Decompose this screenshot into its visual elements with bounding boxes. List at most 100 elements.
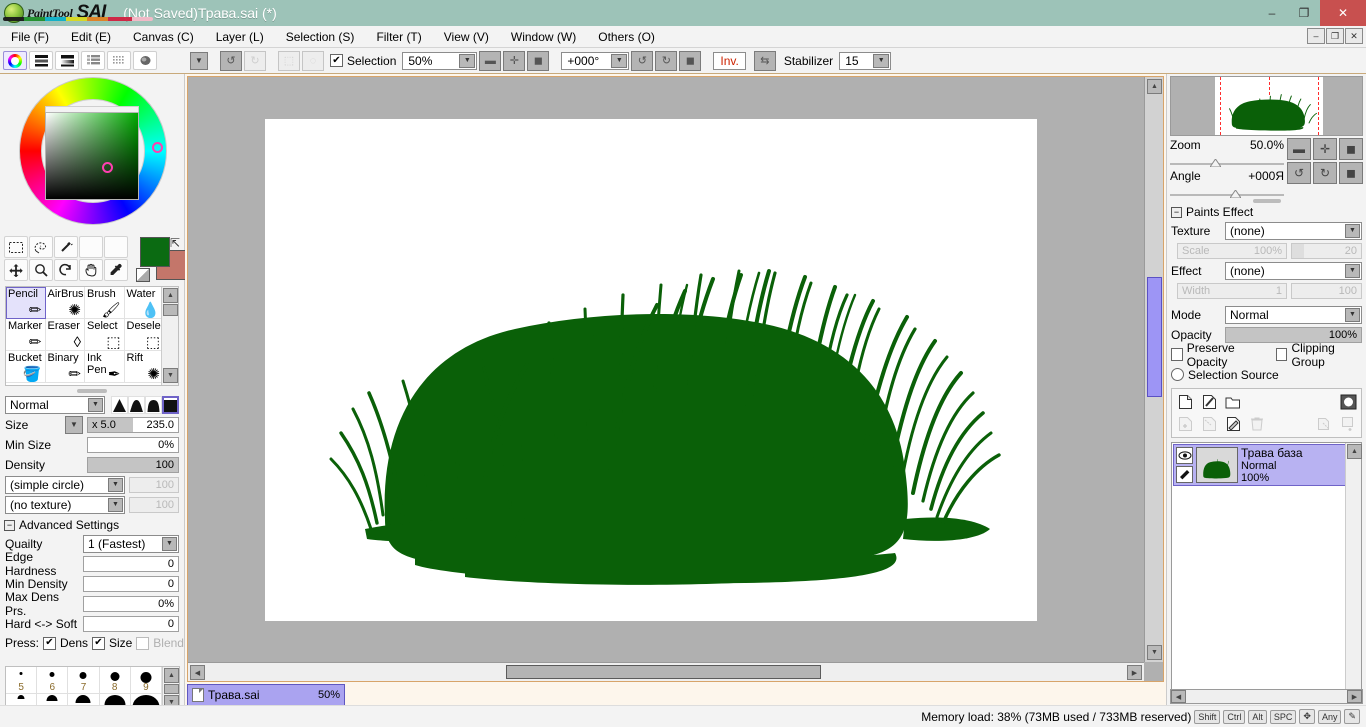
chevron-down-icon[interactable]: ▼ [1345,307,1360,322]
hsv-sliders-icon[interactable] [55,51,79,70]
scroll-up-icon[interactable]: ▲ [1147,79,1162,94]
lasso-icon[interactable] [29,236,53,258]
layer-mode-combo[interactable]: Normal ▼ [1225,305,1362,324]
move-icon[interactable] [4,259,28,281]
layer-mask-icon[interactable] [1337,392,1359,413]
document-tab[interactable]: Трава.sai 50% [187,684,345,706]
saturation-value-box[interactable] [45,112,139,200]
restore-button[interactable]: ❐ [1288,0,1320,26]
blank-tool-1-icon[interactable] [79,236,103,258]
tool-ink-pen[interactable]: Ink Pen ✒ [85,351,125,383]
tool-pencil[interactable]: Pencil ✏ [6,287,46,319]
eyedropper-icon[interactable] [104,259,128,281]
delete-layer-icon[interactable] [1246,414,1268,435]
selection-checkbox[interactable]: ✔ [330,54,343,67]
medium-cone-icon[interactable] [128,395,145,414]
chevron-down-icon[interactable]: ▼ [88,397,103,412]
advanced-settings-header[interactable]: − Advanced Settings [0,515,184,534]
rotate-left-icon[interactable]: ↺ [631,50,654,71]
collapse-minus-icon[interactable]: − [4,519,15,531]
scroll-thumb[interactable] [164,684,179,694]
nav-zoom-in-icon[interactable]: ✛ [1313,138,1337,160]
scroll-right-icon[interactable]: ▶ [1347,690,1362,703]
tool-rift[interactable]: Rift ✺ [124,351,164,383]
effect-combo[interactable]: (none) ▼ [1225,261,1362,280]
size-dropdown-button[interactable]: ▼ [65,415,83,434]
swatches-icon[interactable] [107,51,131,70]
brush-preset-5[interactable]: 5 [6,667,38,694]
canvas-paper[interactable] [265,119,1037,621]
tool-list-scrollbar[interactable]: ▲ ▼ [161,287,178,385]
scroll-thumb[interactable] [163,304,178,316]
size-slider[interactable]: x 5.0 235.0 [87,416,179,433]
clipping-group-checkbox[interactable] [1275,348,1288,361]
menu-view[interactable]: View (V) [433,26,500,48]
nav-rotate-left-icon[interactable]: ↺ [1287,162,1311,184]
panel-resize-handle[interactable] [0,386,184,395]
soft-cone-icon[interactable] [111,395,128,414]
brush-preset-7[interactable]: 7 [68,667,100,694]
press-dens-checkbox[interactable]: ✔ [43,636,56,650]
chevron-down-icon[interactable]: ▼ [1345,223,1360,238]
scroll-up-icon[interactable]: ▲ [163,288,178,303]
navigator-thumbnail[interactable] [1170,76,1363,136]
nav-rotate-reset-icon[interactable]: ◼ [1339,162,1363,184]
scroll-left-icon[interactable]: ◀ [190,665,205,680]
nav-zoom-out-icon[interactable]: ▬ [1287,138,1311,160]
scroll-left-icon[interactable]: ◀ [1171,690,1186,703]
press-blend-checkbox[interactable] [136,636,150,650]
nav-angle-slider[interactable] [1170,183,1284,198]
clear-layer-icon[interactable] [1222,414,1244,435]
layer-list-scrollbar[interactable]: ▲ [1345,443,1362,696]
scroll-up-icon[interactable]: ▲ [164,668,179,683]
scratch-pad-icon[interactable] [133,51,157,70]
blend-mode-combo[interactable]: Normal ▼ [5,395,105,414]
doc-restore-button[interactable]: ❐ [1326,28,1344,44]
horizontal-scroll-thumb[interactable] [506,665,821,679]
canvas-viewport[interactable]: ▲ ▼ ◀ ▶ [187,76,1164,682]
scroll-down-icon[interactable]: ▼ [1147,645,1162,660]
tool-brush[interactable]: Brush 🖌 [85,287,125,319]
chevron-down-icon[interactable]: ▼ [611,53,628,68]
minimize-button[interactable]: – [1256,0,1288,26]
rgb-sliders-icon[interactable] [29,51,53,70]
redo-icon[interactable]: ↻ [244,50,266,71]
magic-wand-icon[interactable] [54,236,78,258]
hue-cursor-icon[interactable] [152,142,163,153]
press-size-checkbox[interactable]: ✔ [92,636,105,650]
tool-deselect[interactable]: Deselect ⬚ [124,319,164,351]
scroll-up-icon[interactable]: ▲ [1347,444,1362,459]
hard-cone-icon[interactable] [145,395,162,414]
selection-toggle[interactable]: ✔ Selection [330,54,396,68]
chevron-down-icon[interactable]: ▼ [873,53,890,68]
nav-rotate-right-icon[interactable]: ↻ [1313,162,1337,184]
close-button[interactable]: ✕ [1320,0,1366,26]
blank-tool-2-icon[interactable] [104,236,128,258]
selection-source-radio[interactable] [1171,368,1184,381]
tool-airbrush[interactable]: AirBrush ✺ [45,287,85,319]
menu-window[interactable]: Window (W) [500,26,587,48]
reset-colors-icon[interactable] [136,268,150,282]
chevron-down-icon[interactable]: ▼ [108,497,123,512]
brush-preset-8[interactable]: 8 [99,667,131,694]
quality-combo[interactable]: 1 (Fastest) ▼ [83,534,179,553]
menu-edit[interactable]: Edit (E) [60,26,122,48]
rotate-icon[interactable] [54,259,78,281]
palette-icon[interactable] [81,51,105,70]
min-density-slider[interactable]: 0 [83,575,179,592]
sv-cursor-icon[interactable] [102,162,113,173]
canvas-horizontal-scrollbar[interactable]: ◀ ▶ [188,662,1144,681]
chevron-down-icon[interactable]: ▼ [459,53,476,68]
menu-layer[interactable]: Layer (L) [205,26,275,48]
duplicate-layer-icon[interactable] [1174,414,1196,435]
chevron-down-icon[interactable]: ▼ [108,477,123,492]
primary-color-swatch[interactable] [140,237,170,267]
doc-minimize-button[interactable]: – [1307,28,1325,44]
toolbar-dropdown-button[interactable]: ▼ [190,51,208,70]
invert-button[interactable]: Inv. [713,51,746,70]
undo-icon[interactable]: ↺ [220,50,242,71]
color-wheel-icon[interactable] [3,51,27,70]
flip-horizontal-icon[interactable]: ⇆ [753,50,776,71]
hand-icon[interactable] [79,259,103,281]
tool-select[interactable]: Select ⬚ [85,319,125,351]
